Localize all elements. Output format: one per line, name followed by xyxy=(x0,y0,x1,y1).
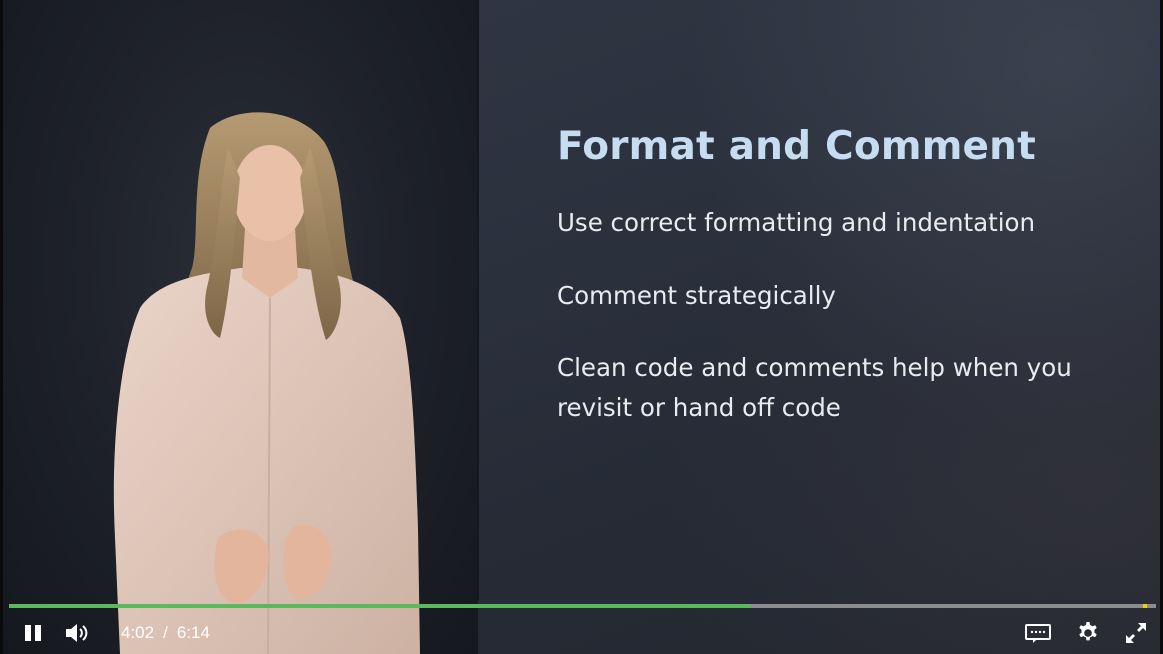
pause-button[interactable] xyxy=(20,620,46,646)
slide-title: Format and Comment xyxy=(557,124,1036,169)
slide-panel xyxy=(478,0,1163,654)
frame-edge-left xyxy=(0,0,3,654)
slide-bullet: Comment strategically xyxy=(557,281,836,310)
fullscreen-icon xyxy=(1126,623,1146,643)
settings-button[interactable] xyxy=(1074,619,1102,647)
time-separator: / xyxy=(163,623,168,642)
captions-icon xyxy=(1025,624,1051,643)
pause-icon xyxy=(25,625,41,641)
gear-icon xyxy=(1079,622,1097,641)
panel-divider xyxy=(477,0,479,600)
captions-button[interactable] xyxy=(1022,620,1054,646)
video-player[interactable]: Format and Comment Use correct formattin… xyxy=(0,0,1163,654)
current-time: 4:02 xyxy=(121,623,155,642)
video-frame[interactable]: Format and Comment Use correct formattin… xyxy=(0,0,1163,654)
duration: 6:14 xyxy=(176,623,210,642)
time-display: 4:02 / 6:14 xyxy=(121,623,210,643)
volume-button[interactable] xyxy=(62,620,94,646)
fullscreen-button[interactable] xyxy=(1122,619,1150,647)
slide-bullet: Use correct formatting and indentation xyxy=(557,208,1036,237)
volume-icon xyxy=(66,624,88,642)
control-bar: 4:02 / 6:14 xyxy=(0,608,1163,654)
presenter-image xyxy=(113,112,420,654)
slide-bullet: Clean code and comments help when you re… xyxy=(557,353,1072,422)
